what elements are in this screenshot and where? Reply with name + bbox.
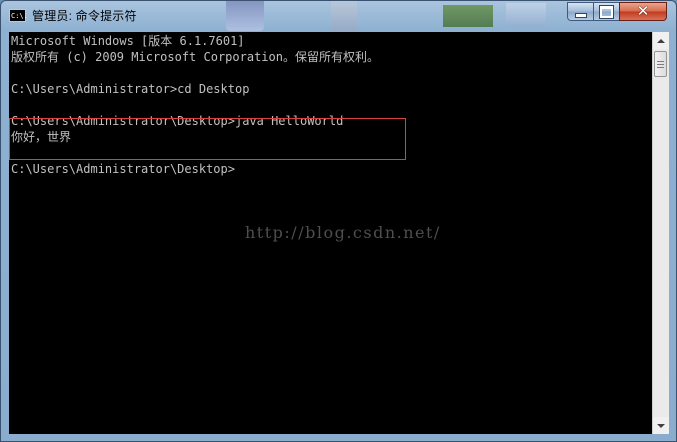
scroll-up-button[interactable] [653, 32, 669, 49]
vertical-scrollbar[interactable] [652, 32, 669, 434]
window-bottom-border [1, 434, 676, 441]
maximize-icon [599, 4, 614, 19]
highlight-annotation-box [9, 118, 406, 160]
close-icon: ✕ [636, 2, 650, 20]
console-output[interactable]: Microsoft Windows [版本 6.1.7601] 版权所有 (c)… [9, 32, 652, 434]
background-decoration [226, 1, 264, 31]
scroll-down-button[interactable] [653, 417, 669, 434]
scroll-up-arrow-icon [657, 38, 665, 43]
scroll-down-arrow-icon [657, 423, 665, 428]
background-decoration [506, 3, 546, 27]
minimize-icon [574, 13, 587, 18]
console-line: C:\Users\Administrator>cd Desktop [11, 82, 250, 96]
grip-line [657, 66, 664, 68]
close-button[interactable]: ✕ [619, 2, 667, 21]
console-line: 版权所有 (c) 2009 Microsoft Corporation。保留所有… [11, 50, 379, 64]
grip-line [657, 63, 664, 65]
minimize-button[interactable] [567, 2, 594, 21]
background-decoration [443, 5, 493, 27]
watermark-text: http://blog.csdn.net/ [245, 223, 441, 242]
title-bar[interactable]: C:\. 管理员: 命令提示符 ✕ [1, 1, 676, 32]
console-line: Microsoft Windows [版本 6.1.7601] [11, 34, 245, 48]
scroll-thumb[interactable] [654, 51, 667, 77]
command-prompt-window: C:\. 管理员: 命令提示符 ✕ Microsoft Windows [版本 … [0, 0, 677, 442]
window-title: 管理员: 命令提示符 [32, 9, 137, 23]
background-decoration [331, 1, 357, 31]
console-line: C:\Users\Administrator\Desktop> [11, 162, 235, 176]
maximize-button[interactable] [593, 2, 620, 21]
cmd-icon[interactable]: C:\. [9, 9, 28, 22]
grip-line [657, 60, 664, 62]
